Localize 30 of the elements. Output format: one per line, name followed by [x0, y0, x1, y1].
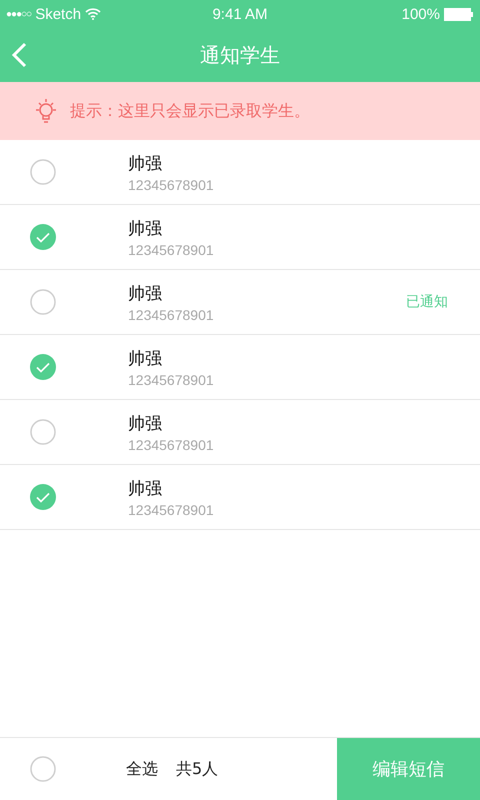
student-name: 帅强 — [128, 152, 163, 174]
carrier-name: Sketch — [35, 6, 82, 22]
student-phone: 12345678901 — [128, 436, 215, 452]
checked-circle-icon[interactable] — [30, 354, 56, 380]
student-phone: 12345678901 — [128, 176, 215, 192]
notified-status: 已通知 — [406, 293, 448, 311]
student-phone: 12345678901 — [128, 242, 215, 258]
signal-dots: ●●●○○ — [6, 8, 32, 20]
student-name: 帅强 — [128, 218, 163, 240]
student-phone: 12345678901 — [128, 502, 215, 518]
student-phone: 12345678901 — [128, 372, 215, 388]
select-all-label[interactable]: 全选 — [126, 758, 158, 780]
unchecked-circle-icon[interactable] — [30, 289, 56, 315]
student-name: 帅强 — [128, 412, 163, 434]
checked-circle-icon[interactable] — [30, 224, 56, 250]
student-name: 帅强 — [128, 282, 163, 304]
checked-circle-icon[interactable] — [30, 484, 56, 510]
battery-percent: 100% — [402, 6, 440, 22]
battery-icon — [444, 8, 474, 20]
page-title: 通知学生 — [200, 42, 280, 68]
student-name: 帅强 — [128, 478, 163, 500]
student-count: 共5人 — [176, 758, 218, 780]
unchecked-circle-icon[interactable] — [30, 159, 56, 185]
student-phone: 12345678901 — [128, 306, 215, 322]
wifi-icon — [85, 8, 102, 20]
tip-text: 提示：这里只会显示已录取学生。 — [70, 100, 310, 122]
student-name: 帅强 — [128, 348, 163, 370]
clock-time: 9:41 AM — [212, 6, 268, 22]
unchecked-circle-icon[interactable] — [30, 756, 56, 782]
unchecked-circle-icon[interactable] — [30, 419, 56, 445]
